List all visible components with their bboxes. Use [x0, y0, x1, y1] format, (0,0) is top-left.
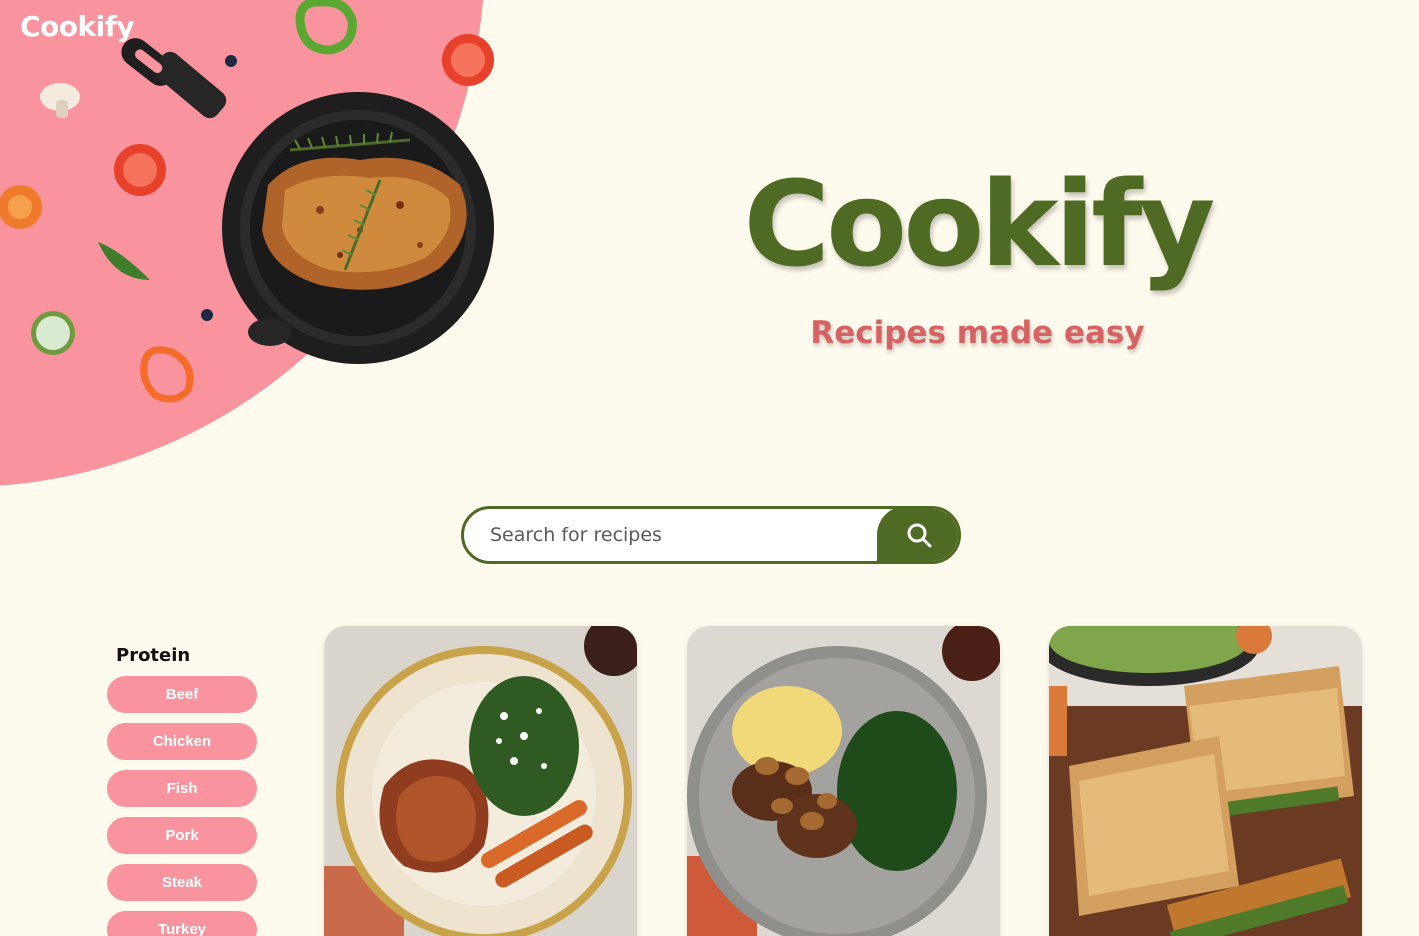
- search-button[interactable]: [877, 509, 958, 561]
- recipe-card[interactable]: [324, 626, 637, 936]
- recipe-image: [687, 626, 1000, 936]
- app-logo[interactable]: Cookify: [20, 10, 135, 43]
- page: Cookify Cookify Recipes made easy Protei…: [0, 0, 1419, 936]
- brand-title: Cookify: [743, 155, 1216, 293]
- recipe-image: [324, 626, 637, 936]
- search-input[interactable]: [464, 509, 884, 561]
- filter-pork[interactable]: Pork: [107, 817, 257, 854]
- search-icon: [907, 523, 932, 548]
- filter-heading: Protein: [116, 645, 191, 666]
- hero-skillet-image: [0, 0, 494, 403]
- filter-list: Beef Chicken Fish Pork Steak Turkey: [107, 676, 257, 936]
- filter-steak[interactable]: Steak: [107, 864, 257, 901]
- filter-turkey[interactable]: Turkey: [107, 911, 257, 936]
- recipe-card[interactable]: [687, 626, 1000, 936]
- recipe-card[interactable]: [1049, 626, 1362, 936]
- search-bar: [461, 506, 961, 564]
- filter-fish[interactable]: Fish: [107, 770, 257, 807]
- recipe-image: [1049, 626, 1362, 936]
- filter-beef[interactable]: Beef: [107, 676, 257, 713]
- filter-chicken[interactable]: Chicken: [107, 723, 257, 760]
- brand-tagline: Recipes made easy: [810, 315, 1145, 351]
